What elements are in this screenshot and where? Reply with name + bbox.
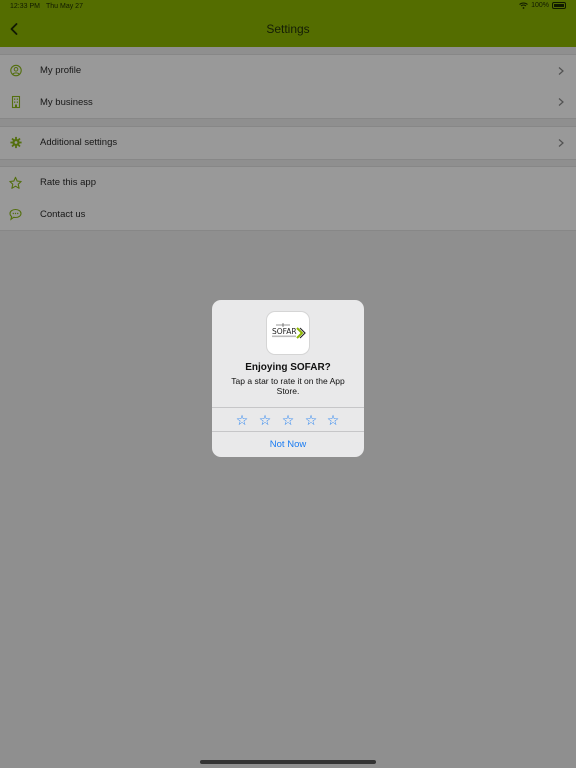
star-outline-icon: ☆: [326, 411, 340, 428]
app-logo: SOFAR: [266, 311, 310, 355]
app-logo-text: SOFAR: [272, 327, 297, 336]
rating-alert: SOFAR Enjoying SOFAR? Tap a star to rate…: [212, 300, 364, 457]
home-indicator[interactable]: [200, 760, 376, 764]
star-5-button[interactable]: ☆: [323, 408, 343, 431]
star-3-button[interactable]: ☆: [278, 408, 298, 431]
alert-message: Tap a star to rate it on the App Store.: [231, 376, 345, 396]
star-1-button[interactable]: ☆: [232, 408, 252, 431]
star-4-button[interactable]: ☆: [301, 408, 321, 431]
star-outline-icon: ☆: [281, 411, 295, 428]
star-outline-icon: ☆: [235, 411, 249, 428]
star-outline-icon: ☆: [258, 411, 272, 428]
alert-title: Enjoying SOFAR?: [245, 362, 331, 373]
star-2-button[interactable]: ☆: [255, 408, 275, 431]
not-now-button[interactable]: Not Now: [212, 432, 364, 457]
star-outline-icon: ☆: [304, 411, 318, 428]
star-rating: ☆ ☆ ☆ ☆ ☆: [212, 408, 364, 431]
